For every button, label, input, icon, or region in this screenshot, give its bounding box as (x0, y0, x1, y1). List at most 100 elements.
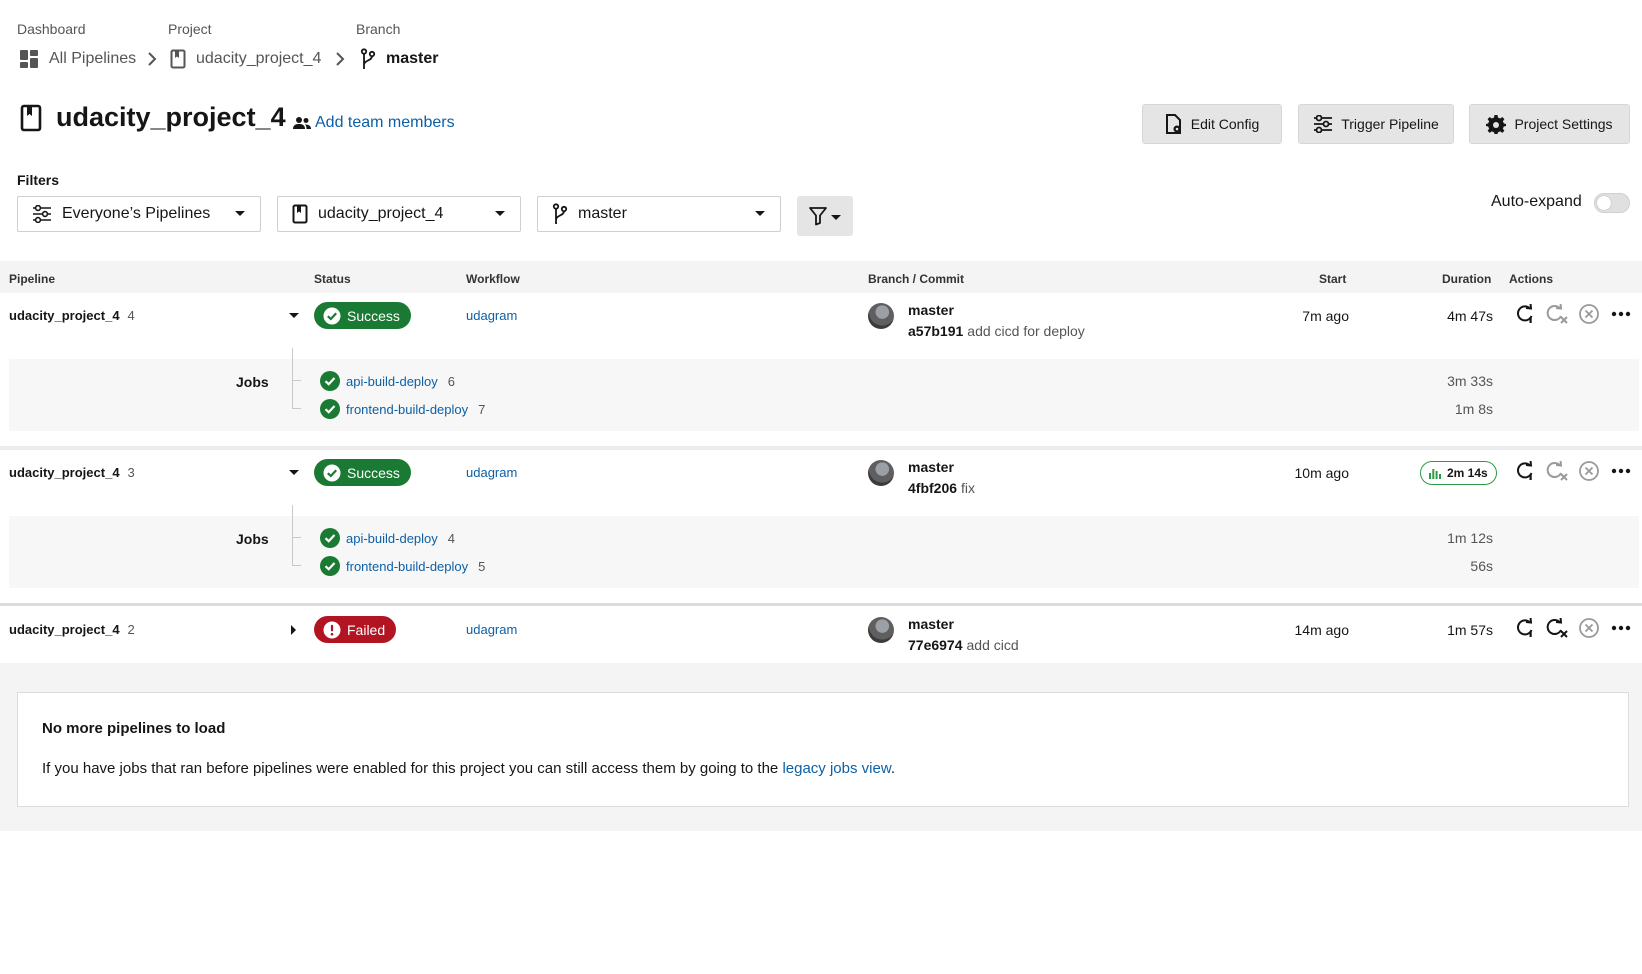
bar-chart-icon (1429, 469, 1441, 479)
commit-branch[interactable]: master (908, 459, 954, 475)
cancel-workflow-icon[interactable] (1578, 460, 1600, 482)
column-header-actions: Actions (1509, 272, 1554, 286)
cancel-workflow-icon[interactable] (1578, 617, 1600, 639)
workflow-link[interactable]: udagram (466, 308, 517, 323)
job-tree-branch (292, 537, 301, 538)
breadcrumb-dashboard-label: Dashboard (17, 21, 86, 37)
job-name[interactable]: api-build-deploy (346, 374, 438, 389)
project-filter-dropdown[interactable]: udacity_project_4 (277, 196, 521, 232)
pipeline-icon (1314, 115, 1333, 133)
duration: 2m 14s (1447, 466, 1488, 480)
commit-info[interactable]: 4fbf206 fix (908, 480, 975, 496)
jobs-panel (9, 516, 1639, 588)
legacy-jobs-view-link[interactable]: legacy jobs view (782, 760, 890, 777)
edit-config-label: Edit Config (1190, 116, 1260, 132)
column-header-pipeline: Pipeline (9, 272, 56, 286)
more-actions-icon[interactable] (1611, 468, 1631, 474)
commit-info[interactable]: 77e6974 add cicd (908, 637, 1019, 653)
commit-info[interactable]: a57b191 add cicd for deploy (908, 323, 1085, 339)
pipeline-name[interactable]: udacity_project_4 2 (9, 622, 135, 637)
pipeline-number: 3 (127, 465, 135, 480)
more-filters-button[interactable] (797, 196, 853, 236)
breadcrumb-project-text: udacity_project_4 (196, 50, 322, 67)
status-badge[interactable]: Success (314, 302, 411, 329)
job-name[interactable]: frontend-build-deploy (346, 402, 468, 417)
more-actions-icon[interactable] (1611, 625, 1631, 631)
project-settings-button[interactable]: Project Settings (1469, 104, 1630, 144)
breadcrumb-branch[interactable]: master (360, 45, 438, 73)
pipelines-filter-dropdown[interactable]: Everyone’s Pipelines (17, 196, 261, 232)
project-settings-label: Project Settings (1514, 116, 1613, 132)
collapse-caret-icon[interactable] (288, 469, 300, 477)
pipeline-name-text: udacity_project_4 (9, 622, 120, 637)
table-header (0, 261, 1642, 293)
no-more-pipelines-card (17, 692, 1629, 807)
git-branch-icon (360, 48, 376, 69)
collapse-caret-icon[interactable] (288, 312, 300, 320)
file-gear-icon (1165, 114, 1181, 134)
filter-icon (809, 207, 841, 226)
pipeline-name[interactable]: udacity_project_4 3 (9, 465, 135, 480)
caret-down-icon (755, 211, 765, 216)
commit-message: add cicd (966, 637, 1019, 653)
breadcrumb-project[interactable]: udacity_project_4 (170, 45, 321, 73)
page-title-text: udacity_project_4 (56, 102, 286, 132)
commit-branch[interactable]: master (908, 616, 954, 632)
commit-message: add cicd for deploy (967, 323, 1085, 339)
success-check-icon (320, 528, 340, 548)
rerun-failed-icon[interactable] (1546, 618, 1568, 638)
job-item[interactable]: frontend-build-deploy 7 (320, 399, 485, 419)
job-tree-branch (292, 408, 301, 409)
commit-sha: a57b191 (908, 323, 964, 339)
pipeline-name[interactable]: udacity_project_4 4 (9, 308, 135, 323)
branch-filter-dropdown[interactable]: master (537, 196, 781, 232)
pipelines-filter-value: Everyone’s Pipelines (62, 205, 211, 222)
breadcrumb-project-label: Project (168, 21, 212, 37)
column-header-start: Start (1319, 272, 1347, 286)
pipeline-number: 4 (127, 308, 135, 323)
no-more-pipelines-title: No more pipelines to load (42, 720, 226, 737)
breadcrumb-branch-label: Branch (356, 21, 401, 37)
add-team-members-link[interactable]: Add team members (293, 114, 455, 132)
rerun-workflow-icon[interactable] (1515, 618, 1535, 638)
rerun-failed-icon[interactable] (1546, 304, 1568, 324)
duration-pill[interactable]: 2m 14s (1420, 461, 1497, 485)
rerun-failed-icon[interactable] (1546, 461, 1568, 481)
status-badge-text: Failed (347, 621, 386, 638)
failed-alert-icon (323, 621, 341, 638)
pipeline-row[interactable] (0, 606, 1642, 663)
commit-branch[interactable]: master (908, 302, 954, 318)
cancel-workflow-icon[interactable] (1578, 303, 1600, 325)
status-badge[interactable]: Success (314, 459, 411, 486)
auto-expand-toggle[interactable] (1594, 193, 1630, 213)
workflow-link[interactable]: udagram (466, 622, 517, 637)
git-branch-icon (552, 203, 568, 224)
edit-config-button[interactable]: Edit Config (1142, 104, 1282, 144)
job-item[interactable]: api-build-deploy 6 (320, 371, 455, 391)
expand-caret-icon[interactable] (290, 624, 298, 636)
status-badge[interactable]: Failed (314, 616, 397, 643)
job-name[interactable]: frontend-build-deploy (346, 559, 468, 574)
status-badge-text: Success (347, 307, 400, 324)
more-actions-icon[interactable] (1611, 311, 1631, 317)
success-check-icon (323, 464, 341, 481)
pipeline-row[interactable] (0, 293, 1642, 359)
rerun-workflow-icon[interactable] (1515, 304, 1535, 324)
pipeline-name-text: udacity_project_4 (9, 465, 120, 480)
job-item[interactable]: api-build-deploy 4 (320, 528, 455, 548)
add-team-members-text: Add team members (315, 114, 455, 131)
column-header-duration: Duration (1442, 272, 1492, 286)
job-name[interactable]: api-build-deploy (346, 531, 438, 546)
rerun-workflow-icon[interactable] (1515, 461, 1535, 481)
job-duration: 1m 8s (1454, 401, 1493, 417)
caret-down-icon (235, 211, 245, 216)
workflow-link[interactable]: udagram (466, 465, 517, 480)
auto-expand-label: Auto-expand (1491, 193, 1582, 210)
legacy-jobs-text: If you have jobs that ran before pipelin… (42, 760, 779, 777)
breadcrumb-all-pipelines[interactable]: All Pipelines (19, 45, 136, 73)
job-item[interactable]: frontend-build-deploy 5 (320, 556, 485, 576)
filters-label: Filters (17, 172, 60, 188)
pipeline-row[interactable] (0, 450, 1642, 516)
trigger-pipeline-button[interactable]: Trigger Pipeline (1298, 104, 1454, 144)
chevron-right-icon (336, 52, 345, 66)
